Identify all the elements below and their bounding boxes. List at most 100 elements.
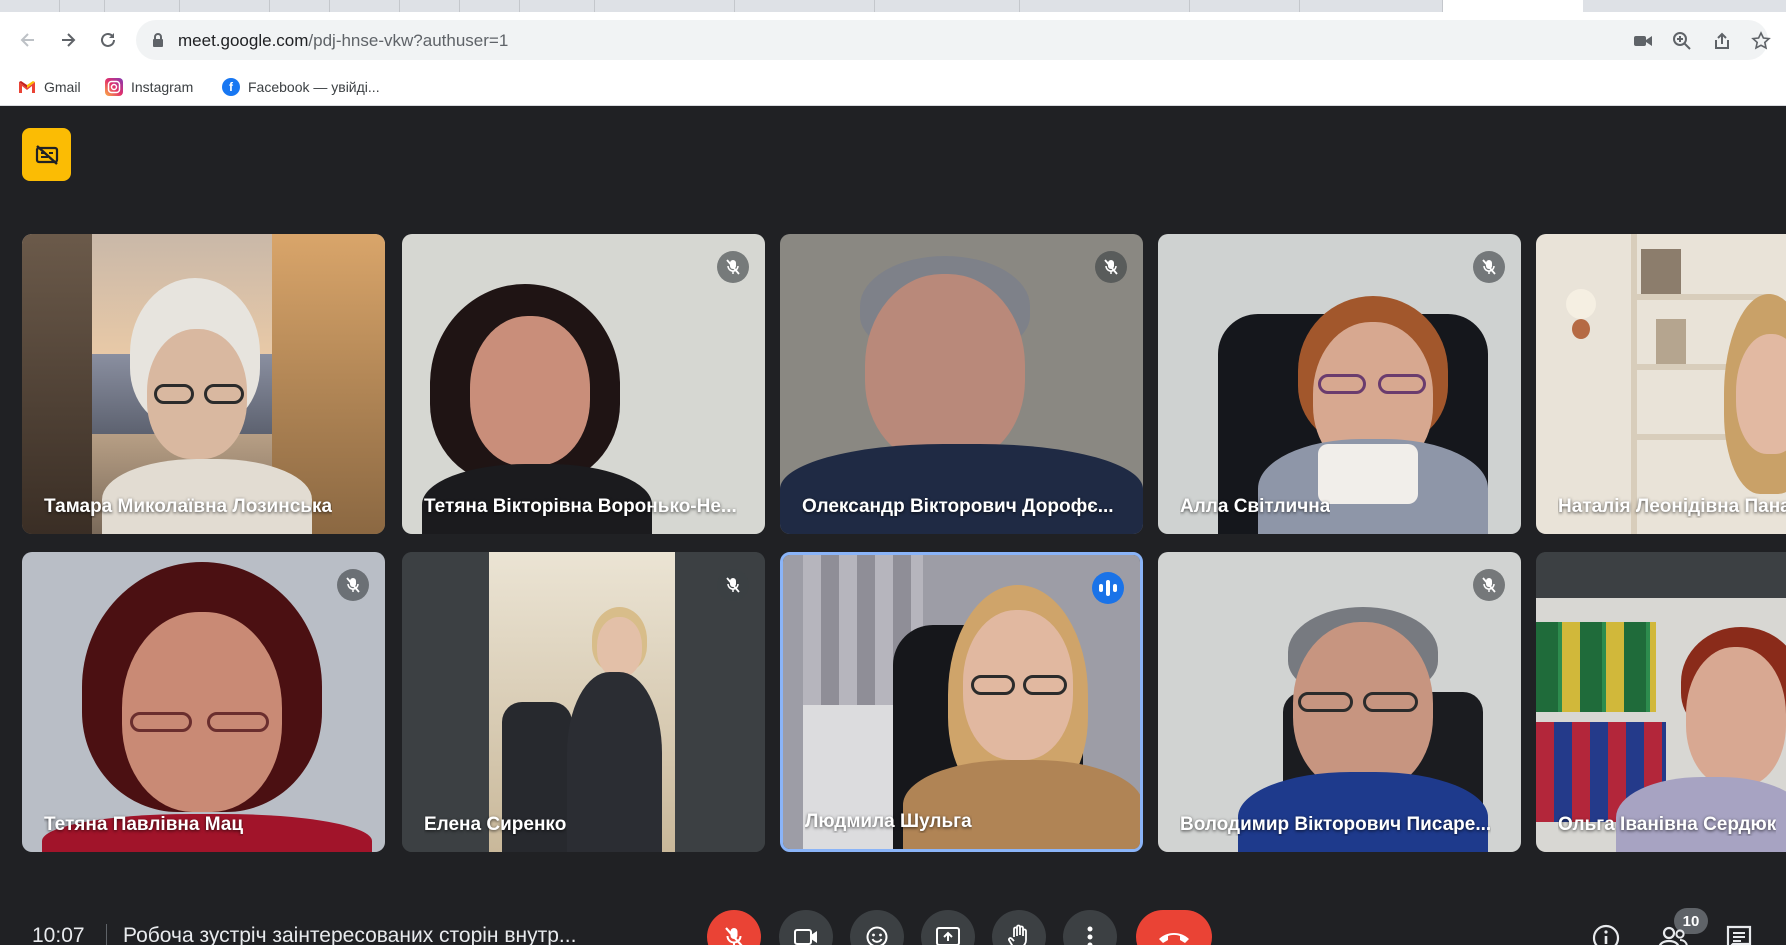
browser-tab[interactable] <box>270 0 330 12</box>
browser-tab-strip <box>0 0 1786 12</box>
back-button[interactable] <box>14 26 42 54</box>
people-icon <box>1658 926 1688 945</box>
browser-tab[interactable] <box>60 0 105 12</box>
participant-tile[interactable]: Володимир Вікторович Писаре... <box>1158 552 1521 852</box>
emoji-reaction-button[interactable] <box>850 910 904 945</box>
reload-button[interactable] <box>94 26 122 54</box>
meeting-details-button[interactable] <box>1590 922 1622 945</box>
lock-icon <box>153 33 163 47</box>
camera-icon <box>794 929 817 945</box>
raise-hand-button[interactable] <box>992 910 1046 945</box>
mic-off-icon <box>725 927 743 945</box>
mic-off-icon <box>1482 577 1496 593</box>
participant-name: Володимир Вікторович Писаре... <box>1180 814 1492 835</box>
participant-name: Тетяна Павлівна Мац <box>44 814 243 835</box>
browser-tab[interactable] <box>595 0 735 12</box>
participant-name: Елена Сиренко <box>424 814 567 835</box>
participant-name: Ольга Іванівна Сердюк <box>1558 814 1777 835</box>
browser-tab[interactable] <box>0 0 60 12</box>
camera-permission-icon[interactable] <box>1632 30 1654 52</box>
participant-name: Наталія Леонідівна Пана <box>1558 496 1786 517</box>
meeting-title: Робоча зустріч заінтересованих сторін вн… <box>123 924 577 945</box>
bookmark-label: Instagram <box>131 79 194 95</box>
browser-tab[interactable] <box>460 0 520 12</box>
chat-icon <box>1726 925 1752 945</box>
browser-tab[interactable] <box>180 0 270 12</box>
share-icon[interactable] <box>1711 30 1733 52</box>
participant-tile[interactable]: Алла Світлична <box>1158 234 1521 534</box>
divider <box>106 924 107 945</box>
more-options-button[interactable] <box>1063 910 1117 945</box>
more-icon <box>1087 926 1093 945</box>
end-call-button[interactable] <box>1136 910 1212 945</box>
reload-icon <box>101 32 115 47</box>
browser-tab[interactable] <box>520 0 595 12</box>
browser-tab[interactable] <box>1020 0 1190 12</box>
participant-name: Олександр Вікторович Дорофє... <box>802 496 1114 517</box>
browser-tab[interactable] <box>330 0 400 12</box>
mic-muted-indicator <box>717 251 749 283</box>
address-bar[interactable]: meet.google.com/pdj-hnse-vkw?authuser=1 <box>136 20 1771 60</box>
present-icon <box>936 927 960 945</box>
browser-tab[interactable] <box>875 0 1020 12</box>
browser-toolbar: meet.google.com/pdj-hnse-vkw?authuser=1 <box>0 12 1786 68</box>
participant-tile[interactable]: Тетяна Вікторівна Воронько-Не... <box>402 234 765 534</box>
mic-off-icon <box>726 259 740 275</box>
participant-name: Алла Світлична <box>1180 496 1331 517</box>
url-text: meet.google.com/pdj-hnse-vkw?authuser=1 <box>178 31 508 51</box>
participant-tile[interactable]: Олександр Вікторович Дорофє... <box>780 234 1143 534</box>
bookmark-instagram[interactable]: Instagram <box>105 74 193 100</box>
emoji-icon <box>866 926 888 945</box>
captions-off-button[interactable] <box>22 128 71 181</box>
bookmark-facebook[interactable]: f Facebook — увійді... <box>222 74 380 100</box>
browser-tab[interactable] <box>400 0 460 12</box>
bookmark-gmail[interactable]: Gmail <box>18 74 81 100</box>
chat-button[interactable] <box>1723 922 1755 945</box>
browser-tab[interactable] <box>1300 0 1443 12</box>
browser-tab-active[interactable] <box>1443 0 1583 12</box>
participant-tile[interactable]: Елена Сиренко <box>402 552 765 852</box>
browser-tab[interactable] <box>735 0 875 12</box>
forward-arrow-icon <box>62 33 76 47</box>
participant-tile[interactable]: Ольга Іванівна Сердюк <box>1536 552 1786 852</box>
zoom-icon[interactable] <box>1671 30 1693 52</box>
mic-muted-indicator <box>1473 251 1505 283</box>
end-call-icon <box>1159 933 1189 943</box>
instagram-icon <box>105 78 123 96</box>
participant-tile[interactable]: Наталія Леонідівна Пана <box>1536 234 1786 534</box>
bookmark-star-icon[interactable] <box>1750 30 1772 52</box>
speaking-indicator <box>1092 572 1124 604</box>
participant-name: Тамара Миколаївна Лозинська <box>44 496 333 517</box>
raise-hand-icon <box>1008 924 1027 945</box>
participant-tile[interactable]: Тамара Миколаївна Лозинська <box>22 234 385 534</box>
mic-off-icon <box>1104 259 1118 275</box>
browser-tab[interactable] <box>105 0 180 12</box>
bookmark-label: Facebook — увійді... <box>248 79 380 95</box>
meet-stage: Тамара Миколаївна Лозинська Тетяна Вікто… <box>0 106 1786 945</box>
present-screen-button[interactable] <box>921 910 975 945</box>
meet-control-bar: 10:07 Робоча зустріч заінтересованих сто… <box>0 896 1786 945</box>
mic-off-icon <box>346 577 360 593</box>
mic-muted-indicator <box>717 569 749 601</box>
browser-tab[interactable] <box>1190 0 1300 12</box>
participant-tile[interactable]: Тетяна Павлівна Мац <box>22 552 385 852</box>
mic-muted-indicator <box>337 569 369 601</box>
back-arrow-icon <box>20 33 34 47</box>
mic-off-icon <box>726 577 740 593</box>
captions-off-icon <box>35 144 58 165</box>
camera-toggle-button[interactable] <box>779 910 833 945</box>
gmail-icon <box>18 78 36 96</box>
forward-button[interactable] <box>54 26 82 54</box>
participant-tile-active-speaker[interactable]: Людмила Шульга <box>780 552 1143 852</box>
info-icon <box>1592 924 1620 945</box>
participant-name: Тетяна Вікторівна Воронько-Не... <box>424 496 737 517</box>
url-host: meet.google.com <box>178 31 309 50</box>
url-path: /pdj-hnse-vkw?authuser=1 <box>308 31 509 50</box>
meeting-clock: 10:07 <box>32 924 85 945</box>
mic-toggle-button[interactable] <box>707 910 761 945</box>
people-button[interactable] <box>1657 922 1689 945</box>
facebook-icon: f <box>222 78 240 96</box>
mic-muted-indicator <box>1473 569 1505 601</box>
mic-off-icon <box>1482 259 1496 275</box>
bookmarks-bar: Gmail Instagram f Facebook — увійді... <box>0 68 1786 106</box>
